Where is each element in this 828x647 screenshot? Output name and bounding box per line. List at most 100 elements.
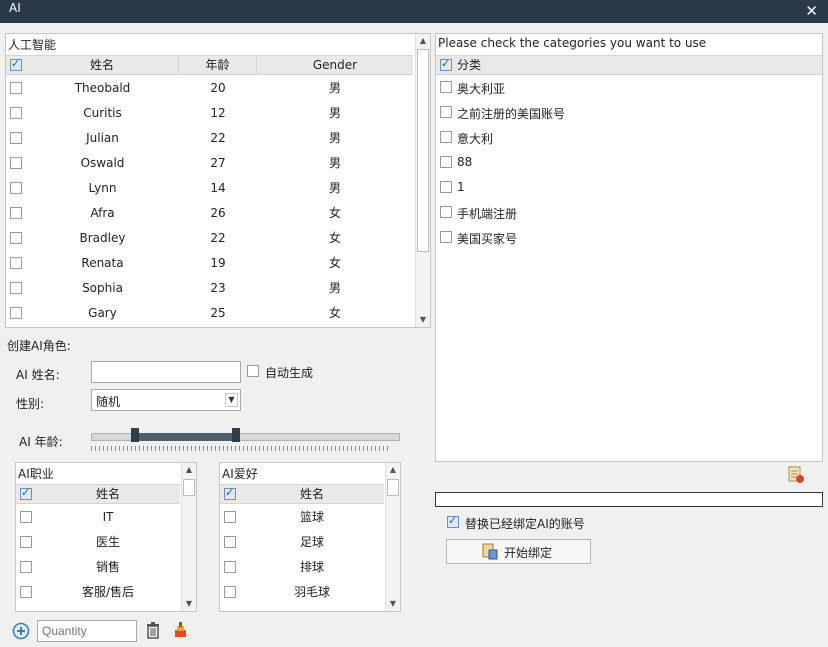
- row-checkbox[interactable]: [10, 107, 22, 119]
- scroll-down-icon[interactable]: ▼: [182, 597, 196, 611]
- person-name-cell: Afra: [90, 206, 115, 220]
- item-checkbox[interactable]: [20, 511, 32, 523]
- gender-label: 性别:: [16, 397, 45, 411]
- scroll-down-icon[interactable]: ▼: [386, 597, 400, 611]
- scroll-thumb[interactable]: [387, 479, 399, 496]
- job-list-scrollbar[interactable]: ▲ ▼: [181, 463, 196, 611]
- hobby-name-cell: 排球: [299, 560, 324, 574]
- item-checkbox[interactable]: [224, 561, 236, 573]
- category-checkbox[interactable]: [440, 81, 452, 93]
- export-icon[interactable]: [787, 466, 805, 484]
- slider-max-handle[interactable]: [232, 428, 240, 442]
- hobby-list-scrollbar[interactable]: ▲ ▼: [385, 463, 400, 611]
- column-header-name[interactable]: 姓名: [26, 56, 179, 75]
- category-item[interactable]: 手机端注册: [436, 203, 822, 223]
- item-checkbox[interactable]: [20, 561, 32, 573]
- item-checkbox[interactable]: [224, 511, 236, 523]
- item-checkbox[interactable]: [224, 536, 236, 548]
- start-binding-button[interactable]: 开始绑定: [446, 539, 591, 564]
- category-item[interactable]: 88: [436, 153, 822, 173]
- table-row[interactable]: Renata 19 女: [6, 251, 413, 276]
- person-age-cell: 22: [210, 231, 226, 245]
- table-row[interactable]: Theobald 20 男: [6, 76, 413, 101]
- ai-name-label: AI 姓名:: [16, 368, 60, 382]
- table-row[interactable]: Oswald 27 男: [6, 151, 413, 176]
- scroll-thumb[interactable]: [183, 479, 195, 496]
- list-item[interactable]: IT: [16, 505, 180, 530]
- hobby-select-all-checkbox[interactable]: [224, 486, 236, 500]
- scroll-up-icon[interactable]: ▲: [386, 463, 400, 477]
- list-item[interactable]: 医生: [16, 530, 180, 555]
- table-row[interactable]: Gary 25 女: [6, 301, 413, 326]
- hobby-column-header-name[interactable]: 姓名: [240, 485, 384, 504]
- item-checkbox[interactable]: [224, 586, 236, 598]
- auto-generate-checkbox[interactable]: [247, 365, 259, 377]
- row-checkbox[interactable]: [10, 157, 22, 169]
- category-checkbox[interactable]: [440, 156, 452, 168]
- list-item[interactable]: 销售: [16, 555, 180, 580]
- table-row[interactable]: Afra 26 女: [6, 201, 413, 226]
- table-row[interactable]: Curitis 12 男: [6, 101, 413, 126]
- table-row[interactable]: Bradley 22 女: [6, 226, 413, 251]
- item-checkbox[interactable]: [20, 586, 32, 598]
- category-item[interactable]: 奥大利亚: [436, 78, 822, 98]
- scroll-up-icon[interactable]: ▲: [416, 34, 430, 48]
- slider-min-handle[interactable]: [131, 428, 139, 442]
- close-icon[interactable]: ✕: [805, 2, 818, 20]
- person-age-cell: 26: [210, 206, 226, 220]
- trash-icon[interactable]: [145, 621, 161, 639]
- ai-name-input[interactable]: [91, 361, 241, 383]
- row-checkbox[interactable]: [10, 132, 22, 144]
- category-header: 分类: [436, 55, 822, 75]
- list-item[interactable]: 客服/售后: [16, 580, 180, 605]
- person-name-cell: Curitis: [83, 106, 122, 120]
- select-all-checkbox[interactable]: [10, 57, 22, 71]
- row-checkbox[interactable]: [10, 232, 22, 244]
- row-checkbox[interactable]: [10, 257, 22, 269]
- chevron-down-icon[interactable]: ▼: [225, 393, 238, 407]
- job-list-caption: AI职业: [18, 467, 54, 481]
- scroll-thumb[interactable]: [417, 49, 429, 252]
- category-checkbox[interactable]: [440, 181, 452, 193]
- item-checkbox[interactable]: [20, 536, 32, 548]
- clear-icon[interactable]: [172, 621, 189, 639]
- replace-bound-checkbox[interactable]: [447, 514, 459, 528]
- category-checkbox[interactable]: [440, 131, 452, 143]
- scroll-up-icon[interactable]: ▲: [182, 463, 196, 477]
- list-item[interactable]: 篮球: [220, 505, 384, 530]
- age-range-slider[interactable]: [91, 426, 401, 452]
- category-label: 之前注册的美国账号: [457, 107, 566, 121]
- row-checkbox[interactable]: [10, 182, 22, 194]
- row-checkbox[interactable]: [10, 82, 22, 94]
- list-item[interactable]: 排球: [220, 555, 384, 580]
- row-checkbox[interactable]: [10, 282, 22, 294]
- category-checkbox[interactable]: [440, 206, 452, 218]
- table-row[interactable]: Lynn 14 男: [6, 176, 413, 201]
- row-checkbox[interactable]: [10, 207, 22, 219]
- add-icon[interactable]: [12, 622, 30, 640]
- category-item[interactable]: 意大利: [436, 128, 822, 148]
- people-grid-scrollbar[interactable]: ▲ ▼: [415, 34, 430, 327]
- category-item[interactable]: 1: [436, 178, 822, 198]
- column-header-age[interactable]: 年龄: [179, 56, 257, 75]
- category-item[interactable]: 美国买家号: [436, 228, 822, 248]
- job-select-all-checkbox[interactable]: [20, 486, 32, 500]
- column-header-gender[interactable]: Gender: [257, 56, 413, 75]
- category-column-header[interactable]: 分类: [457, 56, 517, 75]
- gender-select[interactable]: 随机 ▼: [91, 389, 241, 411]
- quantity-input[interactable]: [37, 620, 137, 642]
- row-checkbox[interactable]: [10, 307, 22, 319]
- table-row[interactable]: Sophia 23 男: [6, 276, 413, 301]
- job-name-cell: IT: [102, 510, 114, 524]
- table-row[interactable]: Julian 22 男: [6, 126, 413, 151]
- list-item[interactable]: 羽毛球: [220, 580, 384, 605]
- scroll-down-icon[interactable]: ▼: [416, 313, 430, 327]
- category-checkbox[interactable]: [440, 106, 452, 118]
- job-name-cell: 销售: [95, 560, 120, 574]
- category-item[interactable]: 之前注册的美国账号: [436, 103, 822, 123]
- category-select-all-checkbox[interactable]: [440, 57, 452, 71]
- job-column-header-name[interactable]: 姓名: [36, 485, 180, 504]
- category-checkbox[interactable]: [440, 231, 452, 243]
- people-grid-caption: 人工智能: [8, 38, 57, 52]
- list-item[interactable]: 足球: [220, 530, 384, 555]
